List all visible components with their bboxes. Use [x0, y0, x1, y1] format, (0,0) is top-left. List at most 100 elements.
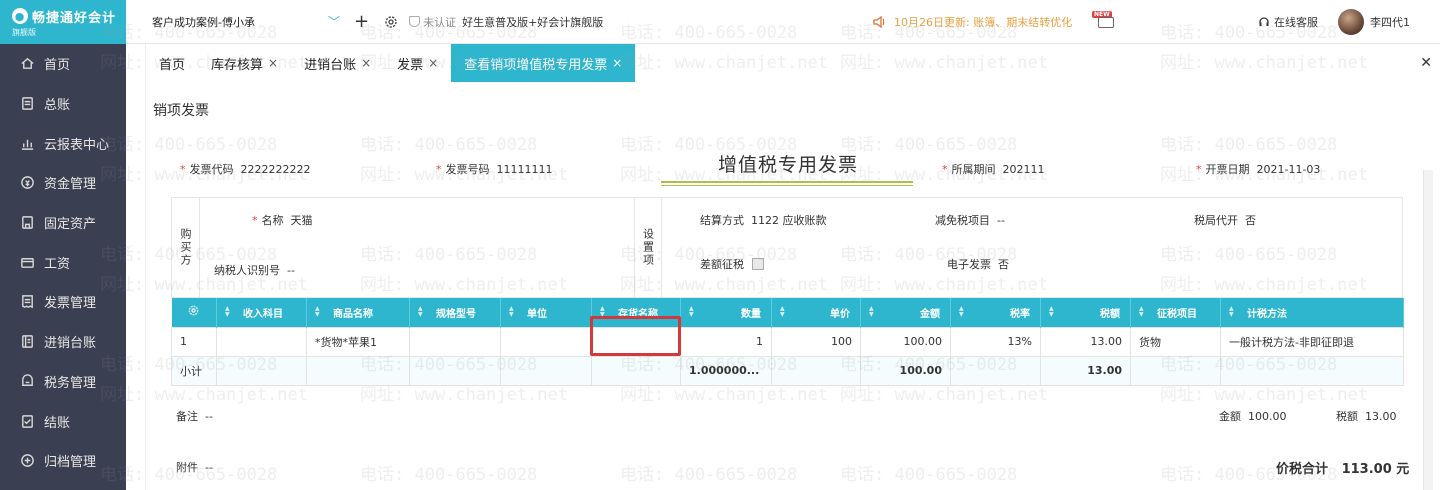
- company-selector[interactable]: 客户成功案例-傅小承 ﹀: [126, 13, 344, 30]
- sidebar-item-9[interactable]: 结账: [0, 401, 126, 441]
- diff-tax-field: 差额征税: [700, 256, 764, 272]
- table-cell[interactable]: 货物: [1130, 326, 1221, 357]
- gear-icon[interactable]: [187, 304, 200, 317]
- agent-value: 否: [1245, 214, 1256, 227]
- table-cell: 13.00: [1040, 355, 1131, 386]
- tab-label: 查看销项增值税专用发票: [464, 57, 608, 73]
- table-cell[interactable]: 100: [771, 326, 861, 357]
- invoice-no-value: 11111111: [496, 163, 553, 176]
- tab-0[interactable]: 首页: [146, 44, 198, 82]
- tab-3[interactable]: 发票 ×: [384, 44, 451, 82]
- close-icon[interactable]: ×: [612, 56, 622, 70]
- sidebar-item-0[interactable]: 首页: [0, 44, 126, 84]
- close-icon[interactable]: ×: [361, 56, 371, 70]
- column-header-label: 金额: [920, 308, 940, 320]
- chevron-down-icon[interactable]: ﹀: [328, 13, 340, 30]
- tab-4[interactable]: 查看销项增值税专用发票 ×: [451, 44, 636, 82]
- einvoice-field: 电子发票 否: [947, 256, 1009, 272]
- sort-icon[interactable]: ▲ ▼: [1229, 306, 1234, 318]
- sidebar-item-3[interactable]: 资金管理: [0, 163, 126, 203]
- table-cell[interactable]: 1: [171, 326, 217, 357]
- table-cell: [771, 355, 861, 386]
- sort-icon[interactable]: ▲ ▼: [225, 306, 230, 318]
- column-header[interactable]: ▲ ▼ 单位: [500, 298, 592, 327]
- sort-icon[interactable]: ▲ ▼: [1139, 306, 1144, 318]
- table-cell[interactable]: [216, 326, 307, 357]
- column-header[interactable]: ▲ ▼ 征税项目: [1130, 298, 1221, 327]
- gear-icon[interactable]: [383, 14, 399, 30]
- diff-tax-checkbox[interactable]: [752, 258, 764, 270]
- close-icon[interactable]: ×: [268, 56, 278, 70]
- table-cell[interactable]: 13%: [950, 326, 1041, 357]
- sort-icon[interactable]: ▲ ▼: [689, 306, 694, 318]
- remark-label: 备注: [176, 410, 198, 423]
- sort-icon[interactable]: ▲ ▼: [869, 306, 874, 318]
- buyer-side-label: 购买方: [172, 198, 200, 297]
- sort-icon[interactable]: ▲ ▼: [418, 306, 423, 318]
- agent-field: 税局代开 否: [1194, 212, 1256, 228]
- tab-label: 首页: [159, 57, 186, 73]
- subtotal-row: 小计 1.000000... 100.00 13.00: [171, 355, 1404, 386]
- sidebar-item-label: 发票管理: [44, 296, 97, 312]
- tab-1[interactable]: 库存核算 ×: [198, 44, 291, 82]
- top-bar: 客户成功案例-傅小承 ﹀ + 未认证 好生意普及版+好会计旗舰版 10月26日更…: [126, 0, 1440, 44]
- edition-label: 好生意普及版+好会计旗舰版: [462, 15, 604, 29]
- column-header[interactable]: ▲ ▼ 数量: [680, 298, 772, 327]
- table-cell[interactable]: [500, 326, 592, 357]
- table-cell[interactable]: *货物*苹果1: [306, 326, 410, 357]
- scrollbar[interactable]: [1423, 170, 1433, 490]
- attachment-label: 附件: [176, 461, 198, 474]
- item-table: ▲ ▼ 收入科目 ▲ ▼ 商品名称 ▲ ▼ 规格型号 ▲ ▼ 单位 ▲ ▼ 存货名称 ▲ ▼ 数量 ▲ ▼ 单价 ▲ ▼ 金额…: [171, 298, 1404, 386]
- table-cell[interactable]: 100.00: [860, 326, 951, 357]
- column-header[interactable]: ▲ ▼ 金额: [860, 298, 951, 327]
- table-cell[interactable]: 一般计税方法-非即征即退: [1220, 326, 1404, 357]
- logo-edition: 旗舰版: [12, 27, 36, 37]
- column-header[interactable]: ▲ ▼ 收入科目: [216, 298, 307, 327]
- user-menu[interactable]: 李四代1: [1338, 8, 1410, 35]
- ledger-icon: [18, 96, 36, 112]
- sidebar-item-6[interactable]: 发票管理: [0, 282, 126, 322]
- table-cell: [409, 355, 501, 386]
- column-header[interactable]: ▲ ▼ 单价: [771, 298, 861, 327]
- online-service[interactable]: 在线客服: [1258, 14, 1318, 30]
- column-header[interactable]: ▲ ▼ 税额: [1040, 298, 1131, 327]
- period-field: * 所属期间 202111: [942, 163, 1045, 176]
- sidebar-item-8[interactable]: 税务管理: [0, 362, 126, 402]
- table-row[interactable]: 1 *货物*苹果1 1 100 100.00 13% 13.00 货物 一般计税方法-非即征即退: [171, 326, 1404, 357]
- sort-icon[interactable]: ▲ ▼: [1049, 306, 1054, 318]
- table-cell: [500, 355, 592, 386]
- logo[interactable]: ● 畅捷通好会计 旗舰版: [0, 0, 126, 44]
- cert-status[interactable]: 未认证: [409, 14, 456, 30]
- sidebar-item-7[interactable]: 进销台账: [0, 322, 126, 362]
- buyer-taxid-value: --: [287, 264, 295, 277]
- period-label: 所属期间: [951, 163, 996, 176]
- table-cell[interactable]: 13.00: [1040, 326, 1131, 357]
- column-header[interactable]: ▲ ▼ 税率: [950, 298, 1041, 327]
- close-icon[interactable]: ✕: [1420, 55, 1432, 71]
- table-cell[interactable]: [409, 326, 501, 357]
- column-header[interactable]: ▲ ▼ 商品名称: [306, 298, 410, 327]
- close-icon[interactable]: ×: [428, 56, 438, 70]
- sort-icon[interactable]: ▲ ▼: [315, 306, 320, 318]
- sidebar-item-2[interactable]: 云报表中心: [0, 123, 126, 163]
- tab-2[interactable]: 进销台账 ×: [291, 44, 384, 82]
- sort-icon[interactable]: ▲ ▼: [509, 306, 514, 318]
- update-notice[interactable]: 10月26日更新: 账簿、期末结转优化: [872, 14, 1072, 30]
- add-icon[interactable]: +: [354, 11, 369, 32]
- sidebar-item-10[interactable]: 归档管理: [0, 441, 126, 481]
- settle-field: 结算方式 1122 应收账款: [700, 212, 827, 228]
- column-header[interactable]: ▲ ▼ 规格型号: [409, 298, 501, 327]
- sort-icon[interactable]: ▲ ▼: [780, 306, 785, 318]
- sidebar-item-4[interactable]: 固定资产: [0, 203, 126, 243]
- sort-icon[interactable]: ▲ ▼: [959, 306, 964, 318]
- table-cell[interactable]: 1: [680, 326, 772, 357]
- invoice-code-label: 发票代码: [189, 163, 234, 176]
- column-settings[interactable]: [171, 298, 217, 327]
- buyer-name-label: 名称: [261, 214, 284, 227]
- sidebar-item-1[interactable]: 总账: [0, 84, 126, 124]
- video-icon[interactable]: NEW: [1092, 11, 1122, 29]
- column-header[interactable]: ▲ ▼ 计税方法: [1220, 298, 1404, 327]
- column-header-label: 单价: [830, 308, 850, 320]
- company-name: 客户成功案例-傅小承: [152, 15, 255, 29]
- sidebar-item-5[interactable]: 工资: [0, 242, 126, 282]
